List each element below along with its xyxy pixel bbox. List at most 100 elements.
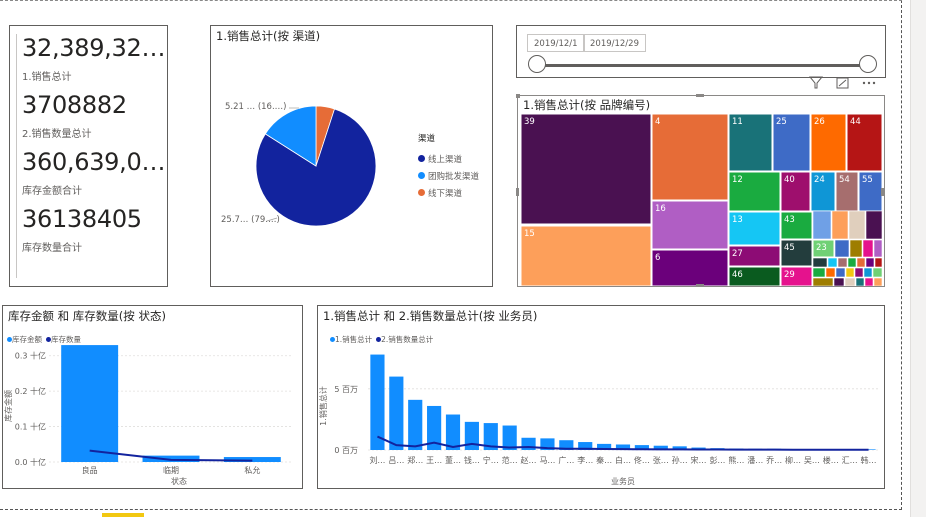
- treemap-cell-label: 23: [816, 243, 827, 253]
- treemap-cell-label: 54: [839, 175, 850, 185]
- sales-y-axis-label: 1.销售总计: [318, 386, 328, 426]
- date-slicer-visual[interactable]: 2019/12/1 2019/12/29: [516, 25, 886, 78]
- legend-item[interactable]: 线下渠道: [418, 181, 479, 199]
- x-tick-label: 临期: [163, 465, 179, 475]
- treemap-cell[interactable]: [855, 277, 865, 286]
- x-tick-label: 乔…: [766, 455, 782, 465]
- x-tick-label: 吴…: [804, 456, 820, 465]
- x-tick-label: 佟…: [634, 455, 650, 465]
- treemap-cell[interactable]: [845, 267, 855, 278]
- sales-chart-svg: 0 百万 5 百万 刘… 吕… 郑… 王… 董… 钱… 宁… 范… 赵… 马… 广… 李… 秦… 白… 佟… 张…: [318, 354, 878, 486]
- x-tick-label: 秦…: [596, 455, 612, 465]
- x-tick-label: 良品: [82, 465, 98, 475]
- x-tick-label: 刘…: [369, 455, 385, 465]
- resize-handle[interactable]: [696, 284, 704, 287]
- treemap-cell-label: 27: [732, 249, 743, 259]
- treemap-cell[interactable]: [520, 113, 652, 225]
- treemap-cell[interactable]: [848, 210, 866, 240]
- card-value: 36138405: [22, 205, 142, 233]
- treemap-cell[interactable]: [835, 267, 846, 278]
- card-label: 库存数量合计: [22, 243, 82, 254]
- treemap-cell[interactable]: [873, 277, 883, 286]
- x-tick-label: 韩…: [861, 455, 877, 465]
- more-options-icon[interactable]: [862, 81, 876, 85]
- x-tick-label: 潘…: [747, 455, 763, 465]
- treemap-cell[interactable]: [872, 267, 883, 278]
- bar-吕…[interactable]: [389, 376, 404, 450]
- treemap-cell-label: 11: [732, 117, 743, 127]
- filter-icon[interactable]: [808, 76, 824, 89]
- inventory-y-axis-label: 库存金额: [3, 390, 13, 422]
- treemap-cell[interactable]: [847, 257, 857, 268]
- treemap-cell-label: 4: [655, 117, 660, 127]
- treemap-cell[interactable]: [856, 257, 866, 268]
- treemap-cell[interactable]: [844, 277, 856, 286]
- page-tab-indicator[interactable]: [102, 513, 144, 517]
- treemap-cell[interactable]: [874, 257, 883, 268]
- bar-郑…[interactable]: [408, 399, 423, 450]
- kpi-cards-visual[interactable]: 32,389,32… 1.销售总计 3708882 2.销售数量总计 360,6…: [9, 25, 168, 287]
- treemap-cell[interactable]: [864, 277, 874, 286]
- slider-end-handle[interactable]: [859, 55, 877, 73]
- treemap-cell[interactable]: [863, 267, 873, 278]
- x-tick-label: 马…: [539, 456, 555, 465]
- treemap-cell[interactable]: [825, 267, 836, 278]
- treemap-cell[interactable]: [831, 210, 849, 240]
- slider-track[interactable]: [537, 64, 867, 67]
- treemap-cell-label: 16: [655, 204, 666, 214]
- pie-chart-visual[interactable]: 1.销售总计(按 渠道) 5.21 … (16.…) 25.7… (79.…) …: [210, 25, 493, 287]
- treemap-cell-label: 26: [814, 117, 825, 127]
- treemap-cell[interactable]: [827, 257, 838, 268]
- bar-良品[interactable]: [61, 345, 119, 462]
- treemap-cell[interactable]: [812, 210, 832, 240]
- treemap-cell[interactable]: [854, 267, 864, 278]
- x-tick-label: 吕…: [388, 456, 404, 465]
- card-value: 360,639,0…: [22, 148, 166, 176]
- treemap-cell[interactable]: [651, 113, 729, 201]
- treemap-cell[interactable]: [833, 277, 845, 286]
- treemap-cell[interactable]: [520, 225, 652, 286]
- treemap-cell[interactable]: [873, 239, 883, 258]
- card-label: 2.销售数量总计: [22, 129, 92, 140]
- resize-handle[interactable]: [881, 188, 884, 196]
- y-tick-label: 0.0 十亿: [15, 457, 46, 467]
- treemap-cell[interactable]: [849, 239, 863, 258]
- start-date-input[interactable]: 2019/12/1: [527, 34, 585, 52]
- end-date-input[interactable]: 2019/12/29: [583, 34, 646, 52]
- right-pane-strip: [910, 0, 926, 517]
- treemap-cell-label: 55: [862, 175, 873, 185]
- treemap-visual[interactable]: 1.销售总计(按 品牌编号) 39 15 4 16 6 11 25 26 44 12 40 24 54 5…: [516, 94, 885, 287]
- treemap-cell-label: 24: [814, 175, 825, 185]
- x-tick-label: 熊…: [728, 455, 744, 465]
- treemap-cell[interactable]: [651, 249, 729, 286]
- legend-item[interactable]: 团购批发渠道: [418, 164, 479, 182]
- bar-董…[interactable]: [445, 414, 461, 450]
- slider-start-handle[interactable]: [528, 55, 546, 73]
- x-tick-label: 张…: [653, 456, 669, 465]
- treemap-cell[interactable]: [865, 257, 875, 268]
- treemap-cell[interactable]: [812, 257, 828, 268]
- sales-by-rep-combo-chart[interactable]: 1.销售总计 和 2.销售数量总计(按 业务员) 1.销售总计 2.销售数量总计 …: [317, 305, 885, 489]
- treemap-cell[interactable]: [862, 239, 874, 258]
- resize-handle[interactable]: [516, 188, 519, 196]
- x-tick-label: 王…: [426, 456, 442, 465]
- x-tick-label: 彭…: [709, 455, 725, 465]
- treemap-cell[interactable]: [812, 267, 826, 278]
- bar-钱…[interactable]: [464, 421, 479, 450]
- x-tick-label: 汇…: [842, 456, 858, 465]
- resize-handle[interactable]: [516, 94, 520, 98]
- inventory-combo-chart[interactable]: 库存金额 和 库存数量(按 状态) 库存金额 库存数量 0.0 十亿 0.1 十亿 0…: [2, 305, 303, 489]
- treemap-cell[interactable]: [812, 277, 834, 286]
- treemap-cell-label: 25: [776, 117, 787, 127]
- bar-刘…[interactable]: [370, 354, 385, 450]
- treemap-cell[interactable]: [837, 257, 848, 268]
- legend-item[interactable]: 线上渠道: [418, 147, 479, 165]
- resize-handle[interactable]: [696, 94, 704, 97]
- card-label: 1.销售总计: [22, 72, 72, 83]
- treemap-cell[interactable]: [834, 239, 850, 258]
- treemap-cell[interactable]: [865, 210, 883, 240]
- treemap-cell-label: 6: [655, 253, 660, 263]
- y-tick-label: 0.2 十亿: [15, 386, 46, 396]
- treemap-cell-label: 39: [524, 117, 535, 127]
- x-tick-label: 赵…: [521, 455, 537, 465]
